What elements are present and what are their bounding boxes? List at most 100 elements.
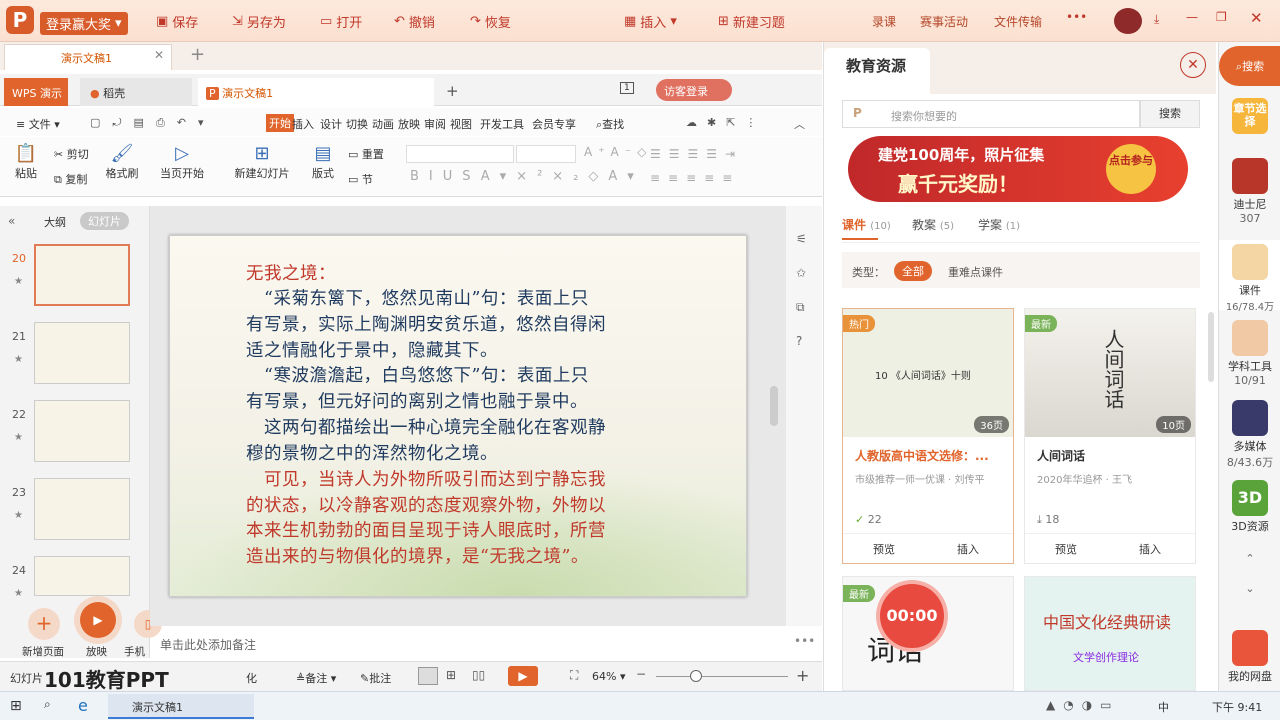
close-window-icon[interactable]: ✕	[1250, 9, 1263, 27]
sidebar-cloud[interactable]: 我的网盘	[1219, 630, 1280, 684]
reading-view-icon[interactable]: ▯▯	[472, 668, 485, 682]
play-button[interactable]: ▶	[74, 596, 122, 644]
zoom-slider[interactable]	[656, 676, 788, 677]
taskbar-app[interactable]: 演示文稿1	[108, 694, 254, 719]
panel-scrollbar[interactable]	[1208, 312, 1214, 382]
recording-timer[interactable]: 00:00	[880, 584, 944, 648]
tab-lesson-plan[interactable]: 教案 (5)	[912, 216, 954, 233]
menu-tab-slideshow[interactable]: 放映	[398, 116, 420, 132]
menu-tab-home[interactable]: 开始	[266, 114, 294, 132]
new-slide-button[interactable]: ⊞ 新建幻灯片	[232, 143, 292, 181]
sidebar-3d[interactable]: 3D 3D资源	[1219, 480, 1280, 534]
quick-access-icons[interactable]: ▢⤾▤⎙↶▾	[90, 116, 216, 130]
adjust-icon[interactable]: ⚟	[796, 232, 807, 246]
slides-tab[interactable]: 幻灯片	[80, 212, 129, 230]
font-size-select[interactable]	[516, 145, 576, 163]
maximize-icon[interactable]: ❐	[1216, 10, 1227, 24]
menu-tab-insert[interactable]: 插入	[292, 116, 314, 132]
new-quiz-button[interactable]: ⊞ 新建习题	[718, 12, 785, 31]
font-family-select[interactable]	[406, 145, 514, 163]
add-tab-icon[interactable]: +	[446, 82, 459, 100]
notes-button[interactable]: ≜备注 ▾	[296, 670, 336, 686]
sidebar-chapter[interactable]: 章节选择	[1219, 98, 1280, 136]
tab-courseware[interactable]: 课件 (10)	[842, 216, 891, 233]
normal-view-icon[interactable]	[418, 667, 438, 685]
add-page-icon[interactable]: +	[28, 608, 60, 640]
events-button[interactable]: 赛事活动	[920, 13, 968, 30]
sidebar-media[interactable]: 多媒体 8/43.6万	[1219, 400, 1280, 470]
minimize-icon[interactable]: —	[1186, 10, 1198, 24]
file-transfer-button[interactable]: 文件传输	[994, 13, 1042, 30]
slide-thumbnail[interactable]	[34, 244, 130, 306]
collapse-ribbon-icon[interactable]: ︿	[794, 116, 805, 132]
close-panel-icon[interactable]: ✕	[1180, 52, 1206, 78]
insert-button[interactable]: ▦ 插入 ▾	[624, 12, 677, 31]
notes-placeholder[interactable]: 单击此处添加备注	[160, 636, 256, 653]
sidebar-disney[interactable]: 迪士尼 307	[1219, 158, 1280, 225]
sidebar-tools[interactable]: 学科工具 10/91	[1219, 320, 1280, 387]
filter-key-points[interactable]: 重难点课件	[948, 264, 1003, 280]
copy-button[interactable]: ⧉ 复制	[54, 171, 87, 187]
tab-wps[interactable]: WPS 演示	[4, 78, 68, 106]
card-insert-button[interactable]: 插入	[1139, 541, 1161, 557]
paste-button[interactable]: 📋 粘贴	[10, 143, 42, 181]
help-icon[interactable]: ?	[796, 334, 802, 348]
outline-tab[interactable]: 大纲	[44, 214, 66, 230]
add-tab-icon[interactable]: +	[190, 44, 205, 65]
menu-tab-member[interactable]: 会员专享	[532, 116, 576, 132]
copy-frame-icon[interactable]: ⧉	[796, 300, 805, 315]
more-notes-icon[interactable]: •••	[794, 634, 815, 648]
save-as-button[interactable]: ⇲ 另存为	[232, 12, 286, 31]
tray-icons[interactable]: ▲◔◑▭	[1046, 698, 1120, 712]
windows-start-icon[interactable]: ⊞	[10, 698, 22, 714]
menu-tab-review[interactable]: 审阅	[424, 116, 446, 132]
download-icon[interactable]: ⤓	[1154, 12, 1159, 27]
search-icon[interactable]: ⌕	[44, 697, 51, 712]
menu-tab-view[interactable]: 视图	[450, 116, 472, 132]
slide-thumbnail[interactable]	[34, 322, 130, 384]
zoom-slider-handle[interactable]	[690, 670, 702, 682]
sidebar-scroll-down-icon[interactable]: ⌄	[1219, 582, 1280, 595]
slideshow-play-icon[interactable]: ▶	[508, 666, 538, 686]
zoom-level[interactable]: 64% ▾	[592, 670, 625, 683]
zoom-in-icon[interactable]: +	[796, 666, 809, 685]
fit-window-icon[interactable]: ⛶	[570, 668, 578, 683]
list-icons[interactable]: ☰☰☰☰⇥	[650, 147, 743, 161]
tab-study-plan[interactable]: 学案 (1)	[978, 216, 1020, 233]
filter-all[interactable]: 全部	[894, 261, 932, 281]
browser-icon[interactable]: e	[78, 696, 88, 715]
vertical-scrollbar[interactable]	[770, 386, 778, 426]
search-menu[interactable]: ⌕查找	[596, 116, 624, 132]
section-button[interactable]: ▭ 节	[348, 171, 373, 187]
edu-search-button[interactable]: 搜索	[1140, 100, 1200, 128]
reset-button[interactable]: ▭ 重置	[348, 146, 384, 162]
play-from-current-button[interactable]: ▷ 当页开始	[156, 143, 208, 181]
file-menu[interactable]: ≡ 文件 ▾	[16, 116, 60, 132]
window-count-icon[interactable]: 1	[620, 82, 634, 94]
promo-banner[interactable]: 建党100周年，照片征集 赢千元奖励！ 点击参与	[848, 136, 1188, 202]
menu-tab-transition[interactable]: 切换	[346, 116, 368, 132]
sidebar-search[interactable]: ⌕搜索	[1219, 46, 1280, 86]
format-painter-button[interactable]: 🖌 格式刷	[104, 143, 140, 181]
share-icons[interactable]: ☁✱⇱⋮	[686, 116, 766, 129]
open-button[interactable]: ▭ 打开	[320, 12, 362, 31]
undo-button[interactable]: ↶ 撤销	[394, 12, 435, 31]
record-button[interactable]: 录课	[872, 13, 896, 30]
menu-tab-animation[interactable]: 动画	[372, 116, 394, 132]
menu-tab-devtools[interactable]: 开发工具	[480, 116, 524, 132]
redo-button[interactable]: ↷ 恢复	[470, 12, 511, 31]
save-button[interactable]: ▣ 保存	[156, 12, 198, 31]
tab-doc[interactable]: P 演示文稿1	[198, 78, 434, 106]
font-grow-shrink-icons[interactable]: A⁺A⁻◇	[584, 145, 652, 159]
sidebar-courseware[interactable]: 课件 16/78.4万	[1219, 240, 1280, 313]
text-format-icons[interactable]: BIUSA▾×²×₂◇A▾	[410, 169, 644, 184]
slide-thumbnail[interactable]	[34, 478, 130, 540]
comments-button[interactable]: ✎批注	[360, 670, 391, 686]
card-preview-button[interactable]: 预览	[873, 541, 895, 557]
collapse-panel-icon[interactable]: «	[8, 214, 15, 228]
slide-thumbnail[interactable]	[34, 556, 130, 596]
menu-tab-design[interactable]: 设计	[320, 116, 342, 132]
login-button[interactable]: 登录赢大奖 ▾	[40, 12, 128, 35]
close-tab-icon[interactable]: ✕	[154, 48, 164, 62]
card-preview-button[interactable]: 预览	[1055, 541, 1077, 557]
